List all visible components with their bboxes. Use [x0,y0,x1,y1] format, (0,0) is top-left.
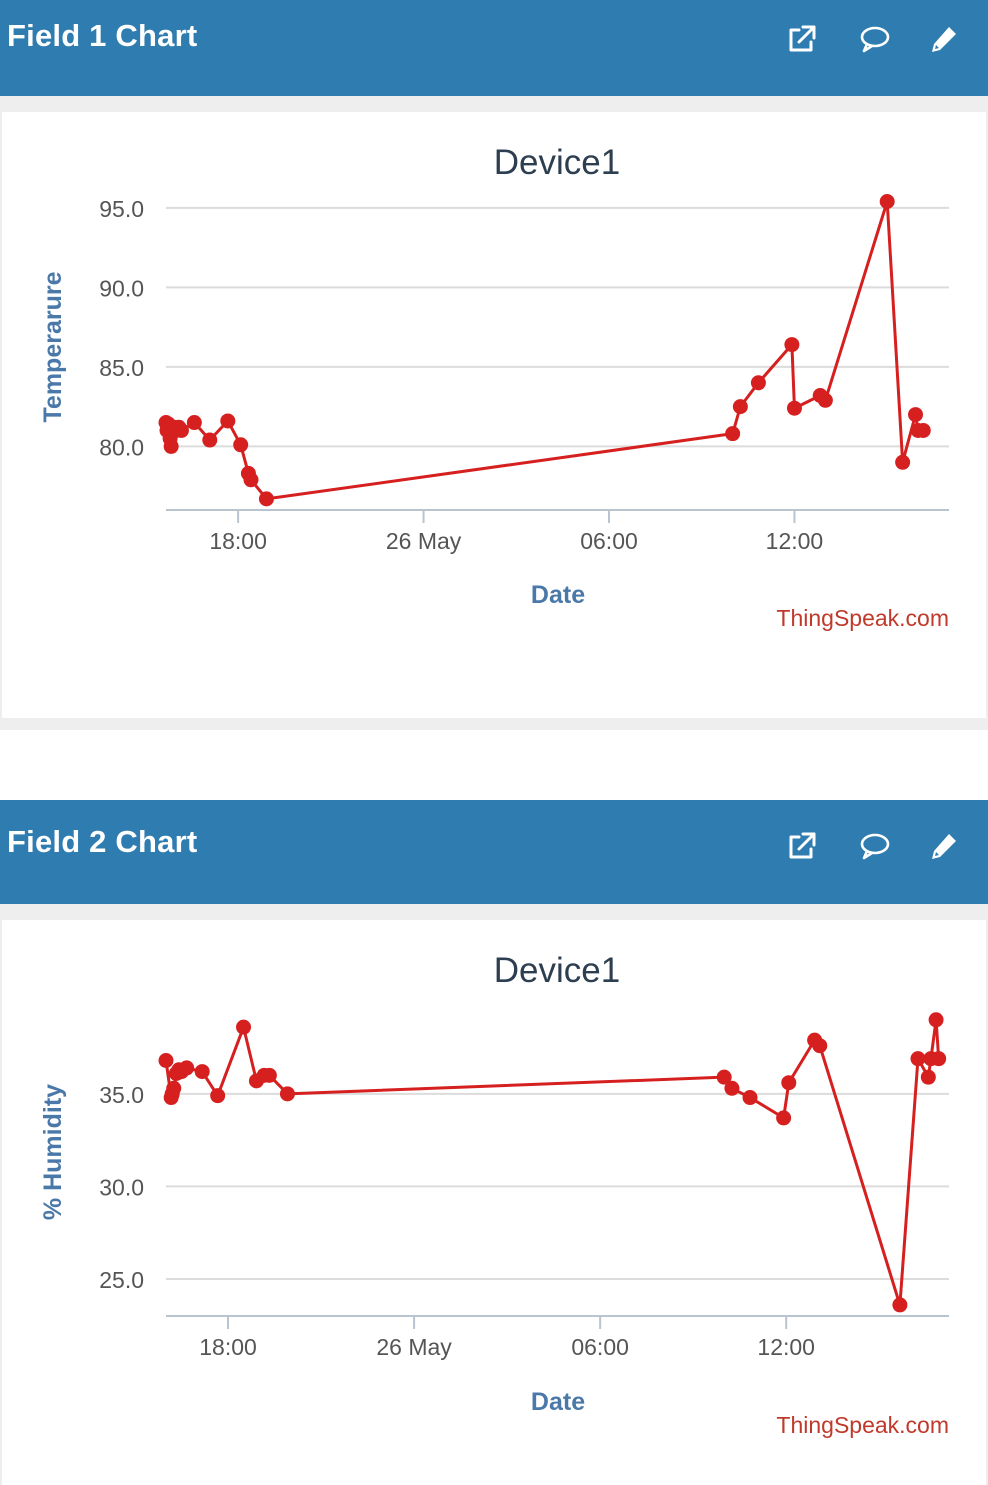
credit-link[interactable]: ThingSpeak.com [776,605,949,631]
data-point[interactable] [817,392,833,408]
data-point[interactable] [725,426,741,442]
y-tick-label: 35.0 [99,1082,144,1108]
data-point[interactable] [784,337,800,353]
series-line [164,1018,941,1307]
series-humidity [158,1012,947,1313]
x-tick-label: 26 May [386,528,462,554]
x-tick-labels: 18:00 26 May 06:00 12:00 [209,528,823,554]
x-tick-label: 06:00 [571,1334,629,1360]
panel-header-field1: Field 1 Chart [0,0,988,96]
data-point[interactable] [879,193,895,209]
data-point[interactable] [166,1080,182,1096]
data-point[interactable] [892,1297,908,1313]
y-tick-label: 95.0 [99,196,144,222]
series-line [164,199,924,501]
data-point[interactable] [724,1080,740,1096]
x-tick-label: 06:00 [580,528,638,554]
data-point[interactable] [915,422,931,438]
x-axis [166,1315,949,1329]
y-tick-label: 80.0 [99,434,144,460]
x-tick-label: 18:00 [209,528,267,554]
data-point[interactable] [261,1067,277,1083]
data-point[interactable] [776,1110,792,1126]
data-point[interactable] [243,472,259,488]
data-point[interactable] [233,437,249,453]
data-point[interactable] [895,454,911,470]
chart-panel-field2: 25.0 30.0 35.0 18:00 26 May 06:00 12:00 Devic… [2,920,986,1485]
credit-link[interactable]: ThingSpeak.com [776,1412,949,1438]
data-point[interactable] [750,375,766,391]
x-axis-label: Date [531,1388,585,1416]
x-tick-labels: 18:00 26 May 06:00 12:00 [199,1334,815,1360]
grid-lines [166,206,949,448]
y-tick-label: 90.0 [99,275,144,301]
y-tick-label: 30.0 [99,1174,144,1200]
data-point[interactable] [158,1053,174,1069]
x-axis-label: Date [531,581,585,609]
pencil-icon[interactable] [925,20,963,58]
y-tick-labels: 25.0 30.0 35.0 [99,1082,144,1293]
data-point[interactable] [194,1064,210,1080]
humidity-chart: 25.0 30.0 35.0 18:00 26 May 06:00 12:00 Devic… [39,951,949,1438]
chart-title: Device1 [494,143,620,182]
data-point[interactable] [236,1019,252,1035]
y-tick-label: 25.0 [99,1267,144,1293]
y-tick-label: 85.0 [99,355,144,381]
x-tick-label: 26 May [376,1334,452,1360]
panel-title: Field 2 Chart [7,824,198,859]
data-point[interactable] [786,400,802,416]
data-point[interactable] [210,1088,226,1104]
chart-title: Device1 [494,951,620,990]
x-axis [166,509,949,523]
y-axis-label: % Humidity [39,1084,67,1220]
pencil-icon[interactable] [925,827,963,865]
data-point[interactable] [742,1090,758,1106]
series-temperature [158,193,931,507]
data-point[interactable] [908,407,924,423]
y-tick-labels: 80.0 85.0 90.0 95.0 [99,196,144,461]
data-point[interactable] [928,1012,944,1028]
x-tick-label: 18:00 [199,1334,257,1360]
data-point[interactable] [920,1069,936,1085]
external-link-icon[interactable] [783,827,821,865]
x-tick-label: 12:00 [757,1334,815,1360]
data-point[interactable] [732,399,748,415]
y-axis-label: Temperarure [39,271,67,422]
data-point[interactable] [258,491,274,507]
data-point[interactable] [279,1086,295,1102]
data-point[interactable] [220,413,236,429]
data-point[interactable] [186,415,202,431]
chart-panel-field1: 80.0 85.0 90.0 95.0 18:00 26 May 06:00 12:00 D… [2,112,986,718]
data-point[interactable] [910,1051,926,1067]
external-link-icon[interactable] [783,20,821,58]
data-point[interactable] [931,1051,947,1067]
grid-lines [166,1092,949,1280]
data-point[interactable] [179,1060,195,1076]
data-point[interactable] [781,1075,797,1091]
temperature-chart: 80.0 85.0 90.0 95.0 18:00 26 May 06:00 12:00 D… [39,143,949,631]
panel-header-field2: Field 2 Chart [0,800,988,904]
comment-icon[interactable] [856,20,894,58]
panel-separator [0,730,988,800]
x-tick-label: 12:00 [766,528,824,554]
comment-icon[interactable] [856,827,894,865]
data-point[interactable] [202,432,218,448]
data-point[interactable] [163,438,179,454]
panel-title: Field 1 Chart [7,18,198,53]
data-point[interactable] [173,422,189,438]
data-point[interactable] [812,1038,828,1054]
